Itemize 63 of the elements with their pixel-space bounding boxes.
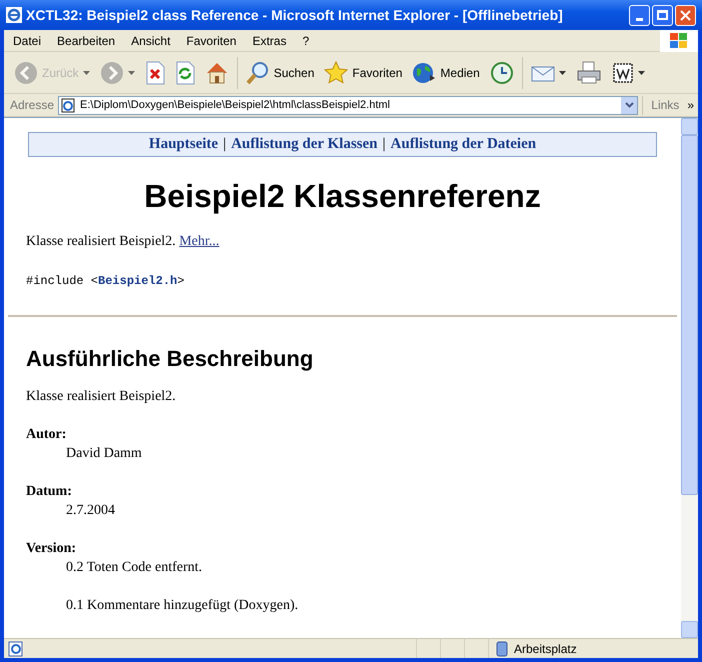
- address-text: E:\Diplom\Doxygen\Beispiele\Beispiel2\html\classBeispiel2.html: [80, 98, 392, 113]
- nav-link[interactable]: Hauptseite: [148, 133, 218, 156]
- links-more-button[interactable]: »: [687, 96, 698, 114]
- globe-icon: [412, 60, 436, 84]
- links-button[interactable]: Links: [647, 96, 684, 114]
- flag-icon: [670, 32, 688, 48]
- address-dropdown-button[interactable]: [621, 96, 638, 114]
- field-term: Version:: [26, 540, 78, 558]
- page-icon: [61, 98, 76, 112]
- document-icon: [612, 62, 634, 84]
- menu-item[interactable]: Datei: [6, 32, 48, 50]
- address-field[interactable]: E:\Diplom\Doxygen\Beispiele\Beispiel2\html\classBeispiel2.html: [58, 96, 638, 114]
- stop-icon: [144, 60, 165, 84]
- maximize-button[interactable]: [652, 4, 673, 26]
- computer-icon: [495, 640, 509, 656]
- search-button[interactable]: Suchen: [244, 56, 316, 90]
- printer-icon: [576, 60, 602, 84]
- media-button[interactable]: Medien: [410, 56, 482, 90]
- field-term: Datum:: [26, 483, 73, 501]
- clock-icon: [490, 60, 514, 84]
- zone-text: Arbeitsplatz: [514, 640, 577, 658]
- field-value: 2.7.2004: [66, 502, 116, 520]
- field-value: 0.1 Kommentare hinzugefügt (Doxygen).: [66, 597, 300, 615]
- caret-icon: [638, 70, 645, 74]
- nav-link[interactable]: Auflistung der Klassen: [231, 133, 378, 156]
- include-file-link[interactable]: Beispiel2.h: [98, 274, 178, 288]
- scroll-thumb[interactable]: [681, 135, 698, 495]
- page-title: Beispiel2 Klassenreferenz: [143, 177, 542, 215]
- caret-icon: [558, 70, 566, 74]
- star-icon: [324, 60, 348, 84]
- nav-link[interactable]: Auflistung der Dateien: [390, 133, 536, 156]
- favorites-button[interactable]: Favoriten: [322, 56, 404, 90]
- scrollbar[interactable]: [681, 118, 698, 638]
- field-value: 0.2 Toten Code entfernt.: [66, 559, 204, 577]
- field-value: David Damm: [66, 445, 143, 463]
- search-icon: [246, 60, 270, 84]
- caret-icon: [82, 70, 90, 74]
- menu-item[interactable]: ?: [295, 32, 316, 50]
- menu-item[interactable]: Ansicht: [124, 32, 178, 50]
- brief-text: Klasse realisiert Beispiel2.: [26, 234, 176, 249]
- minimize-button[interactable]: [629, 4, 650, 26]
- nav-separator: |: [223, 135, 226, 154]
- close-icon: [680, 10, 691, 20]
- house-icon: [204, 60, 229, 84]
- description-text: Klasse realisiert Beispiel2.: [26, 388, 177, 406]
- address-label: Adresse: [10, 97, 54, 114]
- menu-item[interactable]: Extras: [245, 32, 294, 50]
- more-link[interactable]: Mehr...: [179, 234, 220, 249]
- close-button[interactable]: [675, 4, 696, 26]
- nav-separator: |: [382, 135, 386, 154]
- page-status-icon: [8, 640, 24, 656]
- include-line: #include <Beispiel2.h>: [26, 273, 186, 290]
- menu-item[interactable]: Favoriten: [179, 32, 244, 50]
- maximize-icon: [657, 10, 668, 20]
- minimize-icon: [636, 18, 643, 20]
- caret-icon: [128, 70, 135, 74]
- field-term: Autor:: [26, 426, 68, 444]
- window-title: XCTL32: Beispiel2 class Reference - Microsoft Internet Explorer - [Offlinebetrieb]: [26, 6, 564, 25]
- chevron-down-icon: [624, 102, 634, 108]
- refresh-icon: [174, 60, 195, 84]
- browser-icon: [6, 7, 22, 23]
- section-heading: Ausführliche Beschreibung: [26, 345, 314, 373]
- menu-item[interactable]: Bearbeiten: [50, 32, 122, 50]
